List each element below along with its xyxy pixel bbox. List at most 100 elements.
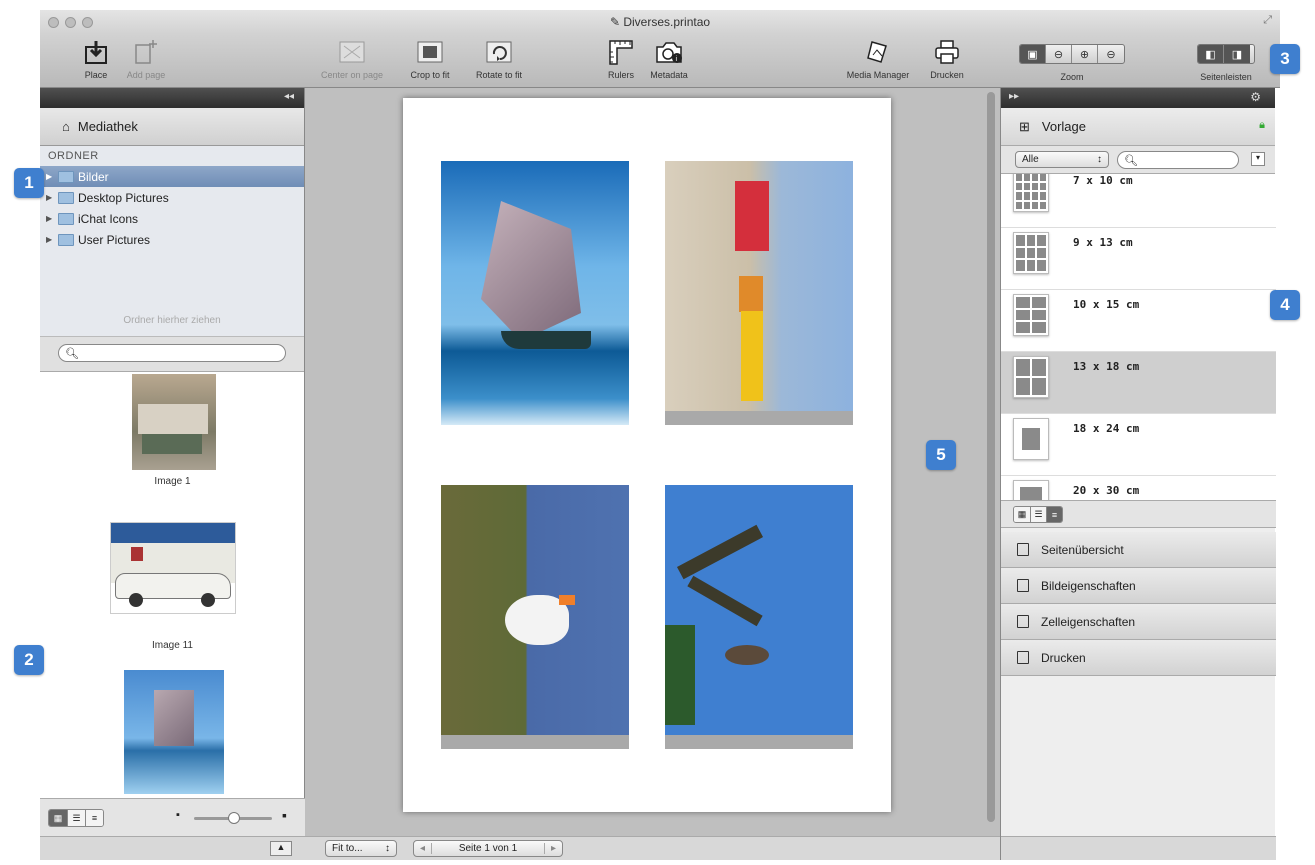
metadata-button[interactable]: i Metadata (644, 38, 694, 80)
library-search-input[interactable]: 🔍︎ (58, 344, 286, 362)
section-image-properties[interactable]: Bildeigenschaften (1001, 568, 1276, 604)
template-filter-select[interactable]: Alle ↕ (1015, 151, 1109, 168)
folder-item-bilder[interactable]: ▶ Bilder (40, 166, 304, 187)
template-item-7x10[interactable]: 7 x 10 cm (1001, 174, 1276, 228)
fullscreen-icon[interactable]: ⤢ (1263, 14, 1272, 27)
left-footer: ▲ (40, 836, 305, 860)
folder-item-ichat-icons[interactable]: ▶ iChat Icons (40, 208, 304, 229)
photo-cell-ship[interactable] (441, 161, 629, 425)
grid-view-icon[interactable]: ▦ (49, 810, 67, 826)
template-item-20x30[interactable]: 20 x 30 cm (1001, 476, 1276, 500)
template-search-input[interactable]: 🔍︎ (1117, 151, 1239, 169)
section-page-overview[interactable]: Seitenübersicht (1001, 532, 1276, 568)
slider-handle[interactable] (228, 812, 240, 824)
zoom-actual-icon[interactable]: ⊕ (1072, 45, 1098, 63)
center-on-page-label: Center on page (320, 70, 384, 80)
center-on-page-icon (337, 38, 367, 66)
filter-menu-icon[interactable]: ▾ (1251, 152, 1265, 166)
previous-page-icon[interactable]: ◂ (414, 843, 432, 854)
zoom-fit-icon[interactable]: ▣ (1020, 45, 1046, 63)
template-item-9x13[interactable]: 9 x 13 cm (1001, 228, 1276, 290)
library-header[interactable]: ⌂ Mediathek (40, 108, 304, 146)
detail-view-icon[interactable]: ≡ (1046, 507, 1062, 522)
folder-label: User Pictures (78, 232, 151, 247)
disclosure-icon[interactable]: ▶ (46, 193, 58, 202)
crop-to-fit-button[interactable]: Crop to fit (402, 38, 458, 80)
metadata-label: Metadata (650, 70, 688, 80)
list-view-icon[interactable]: ☰ (67, 810, 85, 826)
canvas-scrollbar[interactable] (987, 92, 995, 822)
template-label: 18 x 24 cm (1073, 422, 1140, 435)
crop-to-fit-icon (415, 38, 445, 66)
thumbnail-image-11[interactable] (110, 522, 236, 614)
title-bar: ✎ Diverses.printao ⤢ (40, 10, 1280, 34)
detail-view-icon[interactable]: ≡ (85, 810, 103, 826)
list-view-icon[interactable]: ☰ (1030, 507, 1046, 522)
template-item-13x18[interactable]: 13 x 18 cm (1001, 352, 1276, 414)
template-header[interactable]: ⊞ Vorlage 🔒︎ (1001, 108, 1275, 146)
thumbnail-ship[interactable] (124, 670, 224, 794)
folder-icon (58, 170, 74, 183)
thumbnail-image-1[interactable] (132, 374, 216, 470)
template-label: 20 x 30 cm (1073, 484, 1140, 497)
center-on-page-button[interactable]: Center on page (312, 38, 392, 80)
folder-label: Desktop Pictures (78, 190, 169, 205)
document-icon: ✎ (609, 15, 624, 29)
section-label: Zelleigenschaften (1041, 614, 1136, 629)
page-canvas (305, 88, 1000, 836)
rotate-to-fit-icon (484, 38, 514, 66)
thumbnail-size-slider[interactable] (194, 812, 272, 824)
template-label: 9 x 13 cm (1073, 236, 1133, 249)
section-print[interactable]: Drucken (1001, 640, 1276, 676)
media-manager-button[interactable]: Media Manager (838, 38, 918, 80)
disclosure-icon[interactable]: ▶ (46, 172, 58, 181)
add-page-button[interactable]: Add page (118, 38, 174, 80)
lock-icon[interactable]: 🔒︎ (1259, 119, 1265, 132)
left-sidebar-toggle-icon[interactable]: ◧ (1198, 45, 1224, 63)
print-page[interactable] (403, 98, 891, 812)
grid-view-icon[interactable]: ▦ (1014, 507, 1030, 522)
folder-item-user-pictures[interactable]: ▶ User Pictures (40, 229, 304, 250)
template-item-10x15[interactable]: 10 x 15 cm (1001, 290, 1276, 352)
folder-icon (58, 191, 74, 204)
media-manager-icon (863, 38, 893, 66)
folder-item-desktop-pictures[interactable]: ▶ Desktop Pictures (40, 187, 304, 208)
template-layout-icon (1013, 418, 1049, 460)
folder-list: ORDNER ▶ Bilder ▶ Desktop Pictures ▶ iChat … (40, 146, 304, 336)
photo-cell-beach-huts[interactable] (665, 161, 853, 425)
callout-badge: 2 (14, 645, 44, 675)
left-bottom-toolbar: ▦ ☰ ≡ ▪ ▪ (40, 798, 305, 836)
template-layout-icon (1013, 356, 1049, 398)
right-sidebar-toggle-icon[interactable]: ◨ (1224, 45, 1250, 63)
disclosure-icon[interactable]: ▶ (46, 235, 58, 244)
page-indicator: Seite 1 von 1 (458, 843, 518, 854)
print-button[interactable]: Drucken (922, 38, 972, 80)
section-cell-properties[interactable]: Zelleigenschaften (1001, 604, 1276, 640)
place-button[interactable]: Place (74, 38, 118, 80)
drop-hint: Ordner hierher ziehen (123, 315, 221, 326)
small-thumbnail-icon: ▪ (176, 809, 180, 821)
eject-icon[interactable]: ▲ (270, 841, 292, 856)
zoom-out-icon[interactable]: ⊖ (1046, 45, 1072, 63)
zoom-in-icon[interactable]: ⊖ (1098, 45, 1124, 63)
rotate-to-fit-button[interactable]: Rotate to fit (466, 38, 532, 80)
template-item-18x24[interactable]: 18 x 24 cm (1001, 414, 1276, 476)
next-page-icon[interactable]: ▸ (544, 843, 562, 854)
canvas-bottom-bar: Fit to... ↕ ◂ Seite 1 von 1 ▸ (305, 836, 1000, 860)
right-sidebar: ▸▸ ⚙ ⊞ Vorlage 🔒︎ Alle ↕ 🔍︎ ▾ 7 x 10 cm 9… (1000, 88, 1276, 860)
gear-icon[interactable]: ⚙ (1250, 90, 1261, 104)
rulers-button[interactable]: Rulers (600, 38, 642, 80)
printer-icon (1017, 651, 1029, 664)
chevron-updown-icon: ↕ (385, 843, 390, 854)
collapse-left-icon[interactable]: ◂◂ (284, 91, 294, 102)
left-sidebar: ◂◂ ⌂ Mediathek ORDNER ▶ Bilder ▶ Desktop P… (40, 88, 305, 860)
photo-cell-cactus-bird[interactable] (665, 485, 853, 749)
large-thumbnail-icon: ▪ (282, 807, 287, 823)
grid-icon: ⊞ (1019, 118, 1030, 134)
collapse-right-icon[interactable]: ▸▸ (1009, 91, 1019, 102)
fit-to-popup[interactable]: Fit to... ↕ (325, 840, 397, 857)
template-title: Vorlage (1041, 119, 1086, 134)
photo-cell-bird[interactable] (441, 485, 629, 749)
disclosure-icon[interactable]: ▶ (46, 214, 58, 223)
folders-header: ORDNER (48, 150, 99, 162)
